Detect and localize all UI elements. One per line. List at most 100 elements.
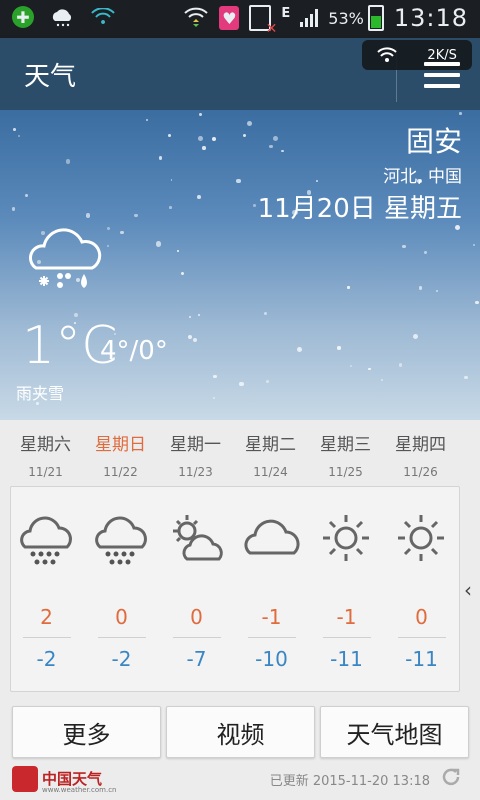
snowflake <box>455 224 461 230</box>
forecast-separator <box>23 637 71 638</box>
forecast-high: 2 <box>40 605 53 629</box>
snow-cloud-icon <box>20 516 72 565</box>
hotspot-icon <box>91 8 115 24</box>
snowflake <box>188 315 192 319</box>
chevron-left-icon[interactable]: ‹ <box>464 578 478 602</box>
snowflake <box>202 146 206 150</box>
more-button[interactable]: 更多 <box>12 706 161 758</box>
snowflake <box>120 230 124 235</box>
battery-icon <box>367 5 384 31</box>
snowflake <box>253 204 256 207</box>
snowflake <box>168 133 171 137</box>
wifi-icon <box>377 47 397 62</box>
forecast-high: -1 <box>336 605 357 629</box>
video-button[interactable]: 视频 <box>166 706 315 758</box>
snowflake <box>367 367 371 371</box>
snowflake <box>473 243 476 246</box>
forecast-panel[interactable]: 2 -2 0 -2 0 -7 -1 -10 -1 -11 0 -11 <box>10 486 460 692</box>
forecast-date: 11/22 <box>103 465 138 479</box>
snowflake <box>187 335 192 340</box>
forecast-date: 11/25 <box>328 465 363 479</box>
battery-percent: 53% <box>328 8 364 28</box>
snowflake <box>197 135 203 141</box>
forecast-day-1: 星期六 11/21 <box>8 430 83 479</box>
snowflake <box>155 241 162 247</box>
forecast-separator <box>173 637 221 638</box>
snowflake <box>17 134 21 137</box>
forecast-high: -1 <box>261 605 282 629</box>
forecast-column: -1 -10 <box>234 487 309 691</box>
menu-line <box>424 62 460 66</box>
last-updated: 已更新 2015-11-20 13:18 <box>269 774 430 789</box>
forecast-high: 0 <box>115 605 128 629</box>
weather-logo <box>12 766 38 792</box>
network-speed: 2K/S <box>427 47 457 63</box>
forecast-day-5: 星期三 11/25 <box>308 430 383 479</box>
snowflake <box>349 365 352 368</box>
city-name[interactable]: 固安 <box>406 120 462 160</box>
snowflake <box>418 286 423 290</box>
sleet-cloud-icon <box>29 228 102 288</box>
forecast-weekday: 星期六 <box>20 435 71 455</box>
snowflake <box>213 374 217 379</box>
snowflake <box>24 193 29 198</box>
snowflake <box>65 159 71 165</box>
snowflake <box>192 337 197 342</box>
partly-cloudy-icon <box>173 515 223 561</box>
forecast-day-4: 星期二 11/24 <box>233 430 308 479</box>
footer: 中国天气 www.weather.com.cn 已更新 2015-11-20 1… <box>0 760 480 800</box>
forecast-day-6: 星期四 11/26 <box>383 430 458 479</box>
forecast-day-2: 星期日 11/22 <box>83 430 158 479</box>
wifi-transfer-icon <box>184 7 209 27</box>
snowflake <box>170 179 173 181</box>
snowflake <box>158 156 163 160</box>
weather-map-button[interactable]: 天气地图 <box>320 706 469 758</box>
sun-icon <box>323 515 369 561</box>
forecast-low: -11 <box>405 647 438 671</box>
forecast-date: 11/21 <box>28 465 63 479</box>
snowflake <box>435 289 439 293</box>
forecast-separator <box>98 637 146 638</box>
snowflake <box>264 311 268 315</box>
refresh-icon[interactable] <box>440 766 462 788</box>
menu-line <box>424 84 460 88</box>
snowflake <box>197 314 200 316</box>
current-weather-panel: 固安 河北, 中国 11月20日 星期五 1°C 4°/0° 雨夹雪 <box>0 110 480 420</box>
snowflake <box>402 245 406 249</box>
network-type: E <box>281 5 291 21</box>
forecast-separator <box>323 637 371 638</box>
snowflake <box>243 133 247 137</box>
snowflake <box>197 195 202 200</box>
weather-condition: 雨夹雪 <box>16 384 65 403</box>
forecast-low: -2 <box>36 647 57 671</box>
snowflake <box>145 118 149 122</box>
forecast-separator <box>398 637 446 638</box>
forecast-date: 11/26 <box>403 465 438 479</box>
menu-button[interactable] <box>424 62 460 92</box>
battery-indicator: 53% <box>328 5 384 31</box>
snowflake <box>269 144 273 149</box>
signal-icon <box>300 9 319 27</box>
region-name: 河北, 中国 <box>383 167 462 187</box>
forecast-date: 11/24 <box>253 465 288 479</box>
forecast-low: -2 <box>111 647 132 671</box>
forecast-weekday: 星期日 <box>95 435 146 455</box>
snowflake <box>424 251 427 254</box>
snowflake <box>133 213 138 218</box>
forecast-column: 0 -11 <box>384 487 459 691</box>
forecast-column: -1 -11 <box>309 487 384 691</box>
forecast-weekday: 星期二 <box>245 435 296 455</box>
forecast-day-header: 星期六 11/21 星期日 11/22 星期一 11/23 星期二 11/24 星期三 11/25… <box>0 420 480 482</box>
cloud-icon <box>244 519 300 555</box>
snowflake <box>181 271 185 276</box>
menu-line <box>424 73 460 77</box>
snowflake <box>272 135 278 141</box>
snowflake <box>475 300 479 305</box>
snowflake <box>412 334 419 340</box>
snow-cloud-icon <box>95 516 147 565</box>
snowflake <box>246 120 253 126</box>
snowflake <box>169 206 172 209</box>
snowflake <box>280 149 284 153</box>
notification-heart-icon: ♥ <box>219 6 240 30</box>
snowflake <box>459 112 462 115</box>
